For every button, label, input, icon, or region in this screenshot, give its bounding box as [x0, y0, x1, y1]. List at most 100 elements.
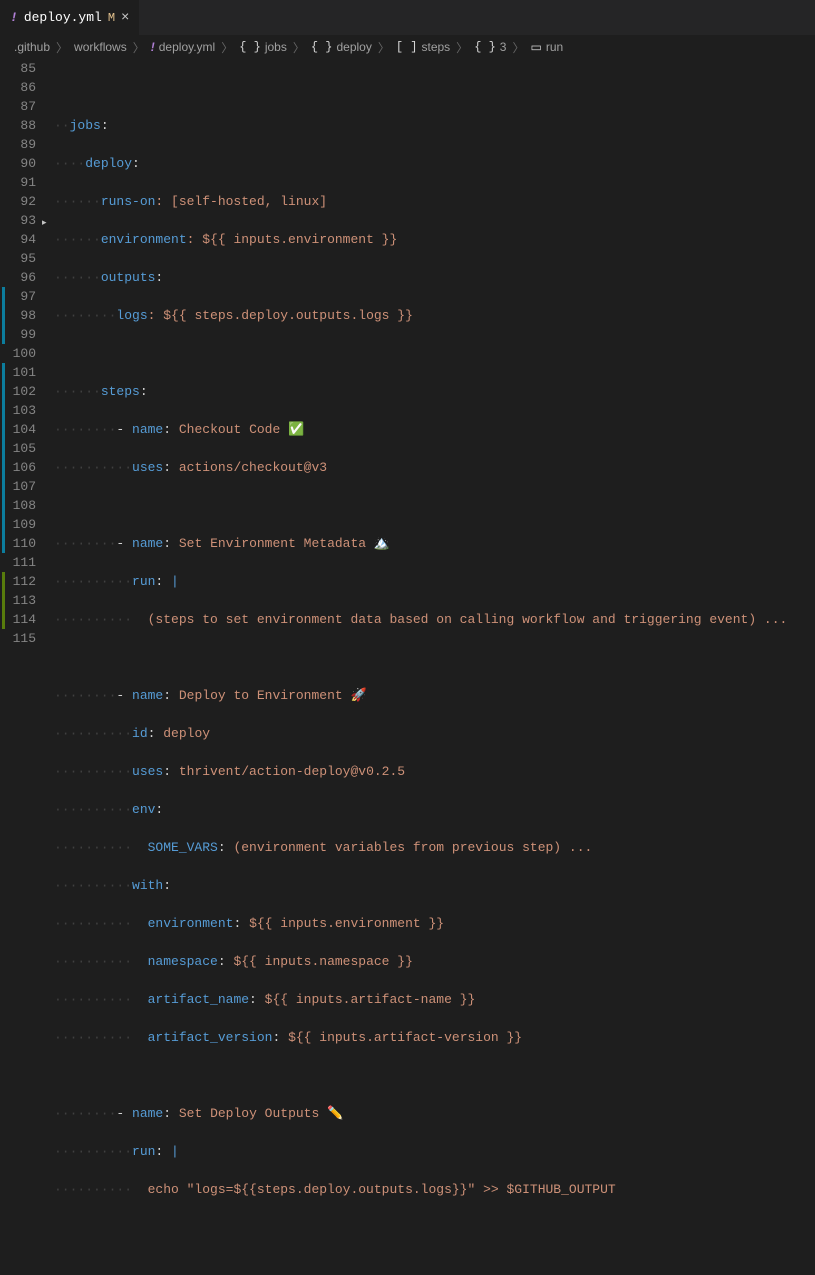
crumb-symbol[interactable]: jobs: [265, 40, 287, 54]
code-line[interactable]: ······outputs:: [54, 268, 815, 287]
code-line[interactable]: ·········· (steps to set environment dat…: [54, 610, 815, 629]
tab-bar: ! deploy.yml M ×: [0, 0, 815, 35]
object-icon: { }: [474, 40, 496, 54]
code-line[interactable]: ····deploy:: [54, 154, 815, 173]
code-line[interactable]: ········- name: Deploy to Environment 🚀: [54, 686, 815, 705]
code-area[interactable]: ··jobs: ····deploy: ······runs-on: [self…: [54, 59, 815, 648]
crumb-symbol[interactable]: deploy: [336, 40, 371, 54]
code-line[interactable]: [54, 496, 815, 515]
line-number: 98: [0, 306, 36, 325]
code-line[interactable]: ······steps:: [54, 382, 815, 401]
line-number: 112: [0, 572, 36, 591]
editor-tab[interactable]: ! deploy.yml M ×: [0, 0, 140, 35]
code-line[interactable]: ········- name: Set Environment Metadata…: [54, 534, 815, 553]
code-line[interactable]: ······runs-on: [self-hosted, linux]: [54, 192, 815, 211]
line-number: 104: [0, 420, 36, 439]
line-number: 110: [0, 534, 36, 553]
code-line[interactable]: ······environment: ${{ inputs.environmen…: [54, 230, 815, 249]
diff-modified-indicator: [2, 534, 5, 553]
crumb-file[interactable]: deploy.yml: [159, 40, 215, 54]
code-line[interactable]: ··········env:: [54, 800, 815, 819]
line-number: 92: [0, 192, 36, 211]
line-number-gutter: 85 86 87 88 89 90 91 92 ▸93 94 95 96 97 …: [0, 59, 54, 648]
line-number: 106: [0, 458, 36, 477]
fold-arrow-icon[interactable]: ▸: [42, 214, 47, 233]
code-line[interactable]: ·········· echo "logs=${{steps.deploy.ou…: [54, 1180, 815, 1199]
line-number: 87: [0, 97, 36, 116]
crumb-symbol[interactable]: run: [546, 40, 563, 54]
code-line[interactable]: ··········id: deploy: [54, 724, 815, 743]
code-line[interactable]: ·········· artifact_version: ${{ inputs.…: [54, 1028, 815, 1047]
yaml-icon: !: [151, 40, 155, 54]
chevron-right-icon: 〉: [512, 39, 524, 56]
close-icon[interactable]: ×: [121, 10, 129, 26]
line-number: 85: [0, 59, 36, 78]
diff-modified-indicator: [2, 477, 5, 496]
code-line[interactable]: ········logs: ${{ steps.deploy.outputs.l…: [54, 306, 815, 325]
code-line[interactable]: ·········· environment: ${{ inputs.envir…: [54, 914, 815, 933]
crumb-folder[interactable]: workflows: [74, 40, 127, 54]
code-line[interactable]: ········- name: Checkout Code ✅: [54, 420, 815, 439]
line-number: 115: [0, 629, 36, 648]
crumb-symbol[interactable]: 3: [500, 40, 507, 54]
code-line[interactable]: ··········uses: thrivent/action-deploy@v…: [54, 762, 815, 781]
code-line[interactable]: ··········run: |: [54, 572, 815, 591]
line-number: 88: [0, 116, 36, 135]
crumb-folder[interactable]: .github: [14, 40, 50, 54]
diff-modified-indicator: [2, 306, 5, 325]
line-number: 91: [0, 173, 36, 192]
code-line[interactable]: ·········· artifact_name: ${{ inputs.art…: [54, 990, 815, 1009]
diff-modified-indicator: [2, 287, 5, 306]
breadcrumb[interactable]: .github 〉 workflows 〉 ! deploy.yml 〉 { }…: [0, 35, 815, 59]
diff-modified-indicator: [2, 382, 5, 401]
line-number: 107: [0, 477, 36, 496]
code-line[interactable]: ·········· namespace: ${{ inputs.namespa…: [54, 952, 815, 971]
line-number: 99: [0, 325, 36, 344]
editor[interactable]: 85 86 87 88 89 90 91 92 ▸93 94 95 96 97 …: [0, 59, 815, 648]
diff-modified-indicator: [2, 496, 5, 515]
diff-modified-indicator: [2, 363, 5, 382]
code-line[interactable]: [54, 1218, 815, 1237]
code-line[interactable]: ········- name: Set Deploy Outputs ✏️: [54, 1104, 815, 1123]
diff-modified-indicator: [2, 401, 5, 420]
code-line[interactable]: [54, 648, 815, 667]
chevron-right-icon: 〉: [133, 39, 145, 56]
object-icon: { }: [311, 40, 333, 54]
line-number: 100: [0, 344, 36, 363]
line-number: 109: [0, 515, 36, 534]
diff-modified-indicator: [2, 515, 5, 534]
crumb-symbol[interactable]: steps: [421, 40, 450, 54]
yaml-icon: !: [10, 10, 18, 25]
line-number: ▸93: [0, 211, 36, 230]
array-icon: [ ]: [396, 40, 418, 54]
line-number: 101: [0, 363, 36, 382]
diff-modified-indicator: [2, 325, 5, 344]
line-number: 111: [0, 553, 36, 572]
line-number: 103: [0, 401, 36, 420]
line-number: 114: [0, 610, 36, 629]
line-number: 95: [0, 249, 36, 268]
line-number: 94: [0, 230, 36, 249]
chevron-right-icon: 〉: [378, 39, 390, 56]
chevron-right-icon: 〉: [221, 39, 233, 56]
line-number: 86: [0, 78, 36, 97]
diff-added-indicator: [2, 610, 5, 629]
line-number: 89: [0, 135, 36, 154]
line-number: 97: [0, 287, 36, 306]
code-line[interactable]: [54, 78, 815, 97]
code-line[interactable]: ·········· SOME_VARS: (environment varia…: [54, 838, 815, 857]
code-line[interactable]: ··jobs:: [54, 116, 815, 135]
code-line[interactable]: ··········uses: actions/checkout@v3: [54, 458, 815, 477]
line-number: 108: [0, 496, 36, 515]
code-line[interactable]: [54, 344, 815, 363]
object-icon: { }: [239, 40, 261, 54]
modified-indicator: M: [108, 11, 115, 25]
diff-added-indicator: [2, 572, 5, 591]
line-number: 105: [0, 439, 36, 458]
code-line[interactable]: ··········with:: [54, 876, 815, 895]
chevron-right-icon: 〉: [56, 39, 68, 56]
string-icon: ▭: [531, 40, 542, 55]
code-line[interactable]: [54, 1066, 815, 1085]
chevron-right-icon: 〉: [456, 39, 468, 56]
code-line[interactable]: ··········run: |: [54, 1142, 815, 1161]
